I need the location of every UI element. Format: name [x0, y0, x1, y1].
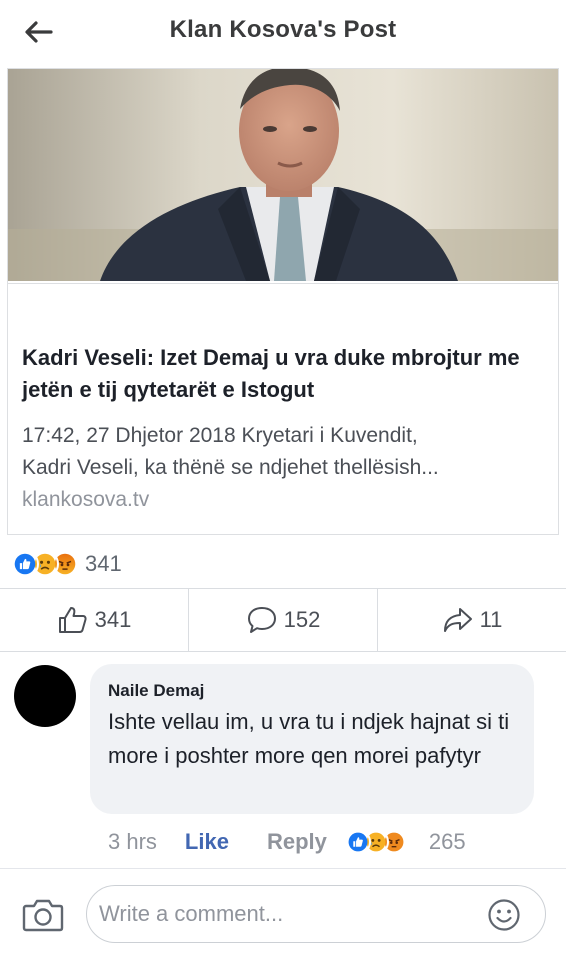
- share-button[interactable]: 11: [377, 589, 566, 651]
- comment-reply-button[interactable]: Reply: [267, 829, 327, 855]
- post-header: Klan Kosova's Post: [0, 0, 566, 64]
- avatar[interactable]: [14, 665, 76, 727]
- share-arrow-icon: [443, 608, 472, 632]
- comment-composer: [0, 868, 566, 960]
- share-count: 11: [479, 607, 503, 632]
- comment-input-container: [86, 885, 546, 943]
- like-icon: [344, 829, 371, 855]
- comment-bubble-icon: [247, 607, 276, 633]
- link-preview-image[interactable]: [8, 69, 558, 281]
- link-headline[interactable]: Kadri Veseli: Izet Demaj u vra duke mbro…: [22, 342, 542, 406]
- post-action-bar: 341 152 11: [0, 588, 566, 652]
- link-description-line-1: 17:42, 27 Dhjetor 2018 Kryetari i Kuvend…: [22, 424, 418, 447]
- comment-reaction-count: 265: [428, 829, 466, 854]
- camera-button[interactable]: [22, 897, 64, 935]
- link-description: 17:42, 27 Dhjetor 2018 Kryetari i Kuvend…: [22, 420, 544, 484]
- comment-author[interactable]: Naile Demaj: [108, 681, 204, 701]
- emoji-button[interactable]: [487, 898, 521, 932]
- thumbs-up-icon: [58, 607, 87, 633]
- camera-icon: [22, 899, 64, 932]
- comment-text: Ishte vellau im, u vra tu i ndjek hajnat…: [108, 709, 510, 768]
- reaction-count: 341: [85, 551, 122, 576]
- like-count: 341: [94, 607, 132, 632]
- reaction-icons: [11, 550, 79, 578]
- comment-count: 152: [283, 607, 321, 632]
- reaction-summary[interactable]: 341: [11, 549, 122, 579]
- smiley-icon: [488, 899, 520, 931]
- link-description-line-2: Kadri Veseli, ka thënë se ndjehet thellë…: [22, 456, 439, 479]
- comment-input[interactable]: [99, 894, 479, 934]
- comment-button[interactable]: 152: [188, 589, 377, 651]
- page-title: Klan Kosova's Post: [169, 16, 397, 43]
- comment-reactions[interactable]: [344, 829, 407, 855]
- comment-bubble[interactable]: Naile Demaj Ishte vellau im, u vra tu i …: [90, 664, 534, 814]
- link-domain: klankosova.tv: [22, 488, 150, 511]
- comment-like-button[interactable]: Like: [185, 829, 229, 855]
- like-button[interactable]: 341: [0, 589, 188, 651]
- link-preview-card[interactable]: Kadri Veseli: Izet Demaj u vra duke mbro…: [7, 68, 559, 535]
- like-icon: [11, 550, 39, 578]
- comment-timestamp[interactable]: 3 hrs: [108, 829, 157, 855]
- comment-meta: 3 hrs Like Reply 265: [108, 826, 466, 858]
- link-text-area[interactable]: Kadri Veseli: Izet Demaj u vra duke mbro…: [8, 283, 558, 534]
